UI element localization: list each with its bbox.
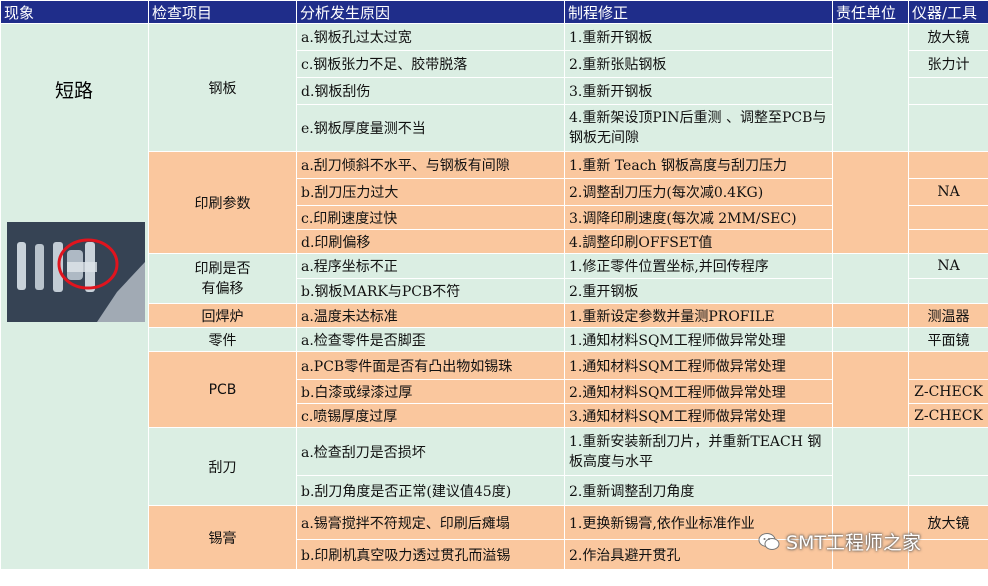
fix-cell: 2.重新张贴钢板: [564, 50, 833, 78]
tool-cell: [908, 351, 988, 380]
unit-cell: [832, 151, 909, 254]
header-cause: 分析发生原因: [296, 0, 565, 24]
table-row: 零件 a.检查零件是否脚歪 1.通知材料SQM工程师做异常处理 平面镜: [0, 327, 988, 352]
fix-cell: 2.调整刮刀压力(每次减0.4KG): [564, 178, 833, 206]
analysis-table: 现象 检查项目 分析发生原因 制程修正 责任单位 仪器/工具 钢板 a.钢板孔过…: [0, 0, 988, 570]
fix-cell: 4.調整印刷OFFSET值: [564, 229, 833, 254]
item-cell: 钢板: [148, 23, 297, 152]
header-phenomenon: 现象: [0, 0, 149, 24]
table-row: 刮刀 a.检查刮刀是否损坏 1.重新安装新刮刀片，并重新TEACH 钢板高度与水…: [0, 427, 988, 506]
tool-cell: [908, 427, 988, 476]
cause-cell: a.PCB零件面是否有凸出物如锡珠: [296, 351, 565, 380]
tool-cell: [908, 229, 988, 254]
tool-cell: 测温器: [908, 303, 988, 328]
fix-cell: 3.重新开钢板: [564, 77, 833, 105]
cause-cell: b.刮刀角度是否正常(建议值45度): [296, 475, 565, 506]
fix-cell: 2.通知材料SQM工程师做异常处理: [564, 379, 833, 404]
item-cell: 锡膏: [148, 505, 297, 570]
fix-cell: 1.通知材料SQM工程师做异常处理: [564, 327, 833, 352]
tool-cell: Z-CHECK: [908, 403, 988, 428]
tool-cell: [908, 151, 988, 179]
cause-cell: b.白漆或绿漆过厚: [296, 379, 565, 404]
header-row: 现象 检查项目 分析发生原因 制程修正 责任单位 仪器/工具: [0, 0, 988, 24]
cause-cell: d.印刷偏移: [296, 229, 565, 254]
item-cell: 刮刀: [148, 427, 297, 506]
cause-cell: a.检查零件是否脚歪: [296, 327, 565, 352]
cause-cell: c.钢板张力不足、胶带脱落: [296, 50, 565, 78]
fix-cell: 1.修正零件位置坐标,并回传程序: [564, 253, 833, 279]
cause-cell: b.钢板MARK与PCB不符: [296, 278, 565, 304]
tool-cell: [908, 475, 988, 506]
cause-cell: c.喷锡厚度过厚: [296, 403, 565, 428]
tool-cell: 平面镜: [908, 327, 988, 352]
item-cell: 印刷参数: [148, 151, 297, 254]
fix-cell: 3.调降印刷速度(每次减 2MM/SEC): [564, 205, 833, 230]
watermark: SMT工程师之家: [758, 528, 921, 555]
cause-cell: d.钢板刮伤: [296, 77, 565, 105]
header-check-item: 检查项目: [148, 0, 297, 24]
table-row: 回焊炉 a.温度未达标准 1.重新设定参数并量测PROFILE 测温器: [0, 303, 988, 328]
short-circuit-photo: [7, 222, 145, 322]
cause-cell: e.钢板厚度量测不当: [296, 104, 565, 152]
header-fix: 制程修正: [564, 0, 833, 24]
item-cell: 零件: [148, 327, 297, 352]
cause-cell: a.程序坐标不正: [296, 253, 565, 279]
watermark-text: SMT工程师之家: [786, 532, 922, 554]
fix-cell: 1.重新 Teach 钢板高度与刮刀压力: [564, 151, 833, 179]
unit-cell: [832, 351, 909, 428]
phenomenon-label: 短路: [54, 80, 93, 102]
cause-cell: a.检查刮刀是否损坏: [296, 427, 565, 476]
tool-cell: NA: [908, 253, 988, 279]
document-page: 现象 检查项目 分析发生原因 制程修正 责任单位 仪器/工具 钢板 a.钢板孔过…: [0, 0, 988, 586]
fix-cell: 1.通知材料SQM工程师做异常处理: [564, 351, 833, 380]
fix-cell: 1.重新安装新刮刀片，并重新TEACH 钢板高度与水平: [564, 427, 833, 476]
item-cell: 回焊炉: [148, 303, 297, 328]
fix-cell: 1.重新开钢板: [564, 23, 833, 51]
tool-cell: 张力计: [908, 50, 988, 78]
tool-cell: [908, 278, 988, 304]
fix-cell: 3.通知材料SQM工程师做异常处理: [564, 403, 833, 428]
unit-cell: [832, 253, 909, 304]
header-tool: 仪器/工具: [908, 0, 988, 24]
cause-cell: b.刮刀压力过大: [296, 178, 565, 206]
tool-cell: 放大镜: [908, 23, 988, 51]
cause-cell: a.温度未达标准: [296, 303, 565, 328]
table-row: PCB a.PCB零件面是否有凸出物如锡珠 1.通知材料SQM工程师做异常处理: [0, 351, 988, 428]
fix-cell: 1.重新设定参数并量测PROFILE: [564, 303, 833, 328]
cause-cell: a.刮刀倾斜不水平、与钢板有间隙: [296, 151, 565, 179]
item-cell: 印刷是否 有偏移: [148, 253, 297, 304]
cause-cell: c.印刷速度过快: [296, 205, 565, 230]
tool-cell: NA: [908, 178, 988, 206]
table-row: 印刷参数 a.刮刀倾斜不水平、与钢板有间隙 1.重新 Teach 钢板高度与刮刀…: [0, 151, 988, 254]
unit-cell: [832, 327, 909, 352]
item-cell: PCB: [148, 351, 297, 428]
tool-cell: [908, 77, 988, 105]
cause-cell: b.印刷机真空吸力透过贯孔而溢锡: [296, 539, 565, 570]
wechat-icon: [758, 532, 780, 550]
unit-cell: [832, 427, 909, 506]
unit-cell: [832, 23, 909, 152]
cause-cell: a.钢板孔过太过宽: [296, 23, 565, 51]
fix-cell: 2.重新调整刮刀角度: [564, 475, 833, 506]
header-unit: 责任单位: [832, 0, 909, 24]
cause-cell: a.锡膏搅拌不符规定、印刷后瘫塌: [296, 505, 565, 540]
tool-cell: [908, 104, 988, 152]
table-row: 钢板 a.钢板孔过太过宽 1.重新开钢板 放大镜: [0, 23, 988, 570]
fix-cell: 2.重开钢板: [564, 278, 833, 304]
table-row: 印刷是否 有偏移 a.程序坐标不正 1.修正零件位置坐标,并回传程序 NA: [0, 253, 988, 304]
tool-cell: [908, 205, 988, 230]
unit-cell: [832, 303, 909, 328]
fix-cell: 4.重新架设顶PIN后重测 、调整至PCB与钢板无间隙: [564, 104, 833, 152]
tool-cell: Z-CHECK: [908, 379, 988, 404]
